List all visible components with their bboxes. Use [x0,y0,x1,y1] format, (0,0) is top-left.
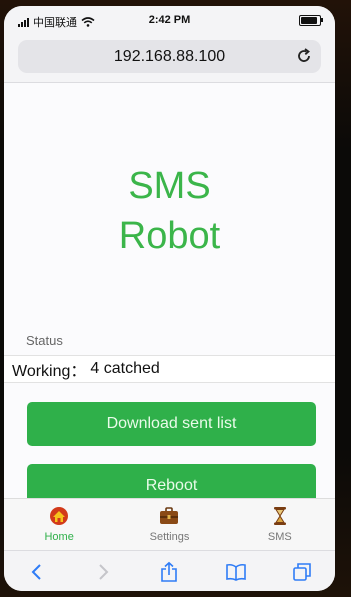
status-row: Working： 4 catched [4,355,335,383]
tab-bar: Home Settings SMS [4,498,335,551]
bookmarks-icon [225,563,246,581]
bookmarks-button[interactable] [223,559,249,585]
tab-settings[interactable]: Settings [114,499,224,551]
briefcase-icon [160,507,179,524]
reload-icon[interactable] [295,47,313,65]
title-line-1: SMS [128,165,211,207]
battery-icon [299,15,323,26]
tabs-icon [293,562,311,581]
tab-sms-label: SMS [267,531,292,543]
status-key: Working： [12,363,87,380]
home-icon [50,507,69,525]
status-value: 4 catched [90,360,160,377]
back-icon [31,563,41,580]
back-button[interactable] [24,559,50,585]
share-icon [161,561,178,582]
tab-settings-label: Settings [149,531,190,543]
phone-screen: 中国联通 2:42 PM 192.168.88.100 SMS Robot St… [4,6,335,591]
forward-button[interactable] [90,559,116,585]
address-bar[interactable]: 192.168.88.100 [18,40,321,73]
page-title: SMS Robot [4,161,335,261]
tabs-button[interactable] [289,559,315,585]
tab-home-label: Home [44,531,74,543]
status-bar: 中国联通 2:42 PM [4,6,335,34]
browser-address-area: 192.168.88.100 [4,34,335,83]
hourglass-icon [273,507,286,525]
browser-toolbar [4,550,335,591]
share-button[interactable] [156,559,182,585]
download-sent-list-button[interactable]: Download sent list [27,402,316,446]
status-time: 2:42 PM [148,14,191,26]
url-text: 192.168.88.100 [113,47,226,65]
title-line-2: Robot [118,215,221,257]
page-content: SMS Robot Status Working： 4 catched Down… [4,83,335,508]
tab-home[interactable]: Home [4,499,114,551]
status-label: Status [26,333,63,348]
tab-sms[interactable]: SMS [225,499,335,551]
forward-icon [99,563,109,580]
